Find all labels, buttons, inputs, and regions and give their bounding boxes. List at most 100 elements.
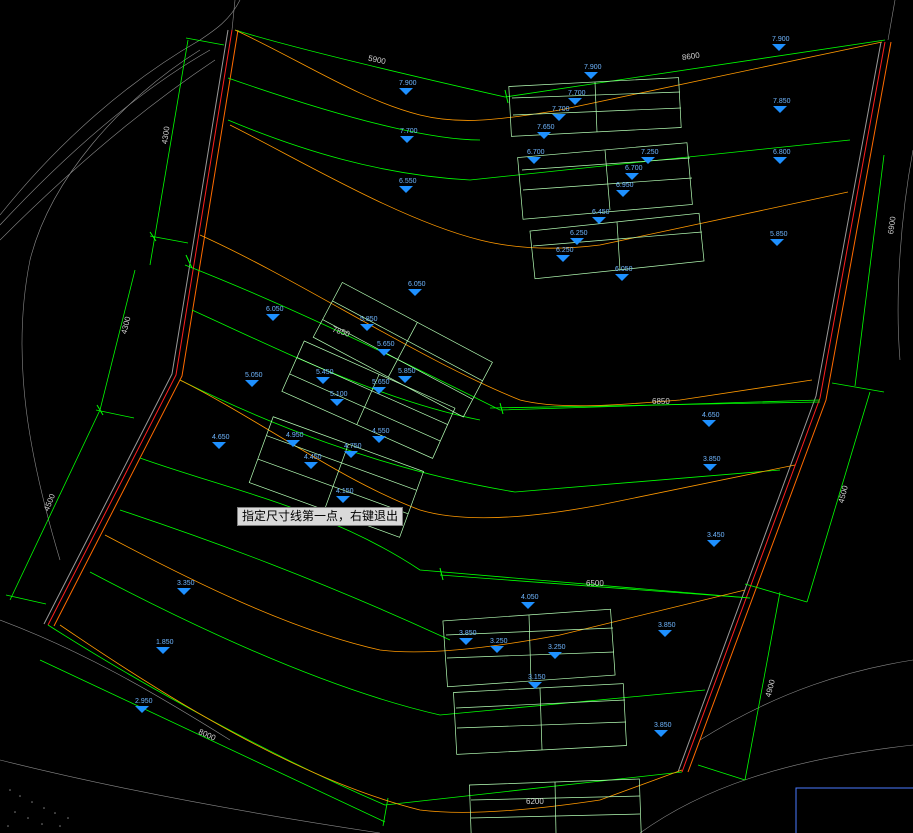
elevation-label: 7.700 — [568, 90, 586, 97]
elevation-triangle-icon — [372, 436, 386, 443]
elevation-label: 4.450 — [304, 454, 322, 461]
elevation-label: 3.850 — [703, 456, 721, 463]
elevation-label: 6.050 — [408, 281, 426, 288]
elevation-triangle-icon — [570, 238, 584, 245]
elevation-triangle-icon — [707, 540, 721, 547]
elevation-triangle-icon — [336, 496, 350, 503]
elevation-triangle-icon — [556, 255, 570, 262]
elevation-triangle-icon — [360, 324, 374, 331]
cad-canvas[interactable]: 7.900 7.900 7.900 7.700 7.850 7.700 7.650 7.700… — [0, 0, 913, 833]
elevation-triangle-icon — [703, 464, 717, 471]
elevation-label: 7.700 — [400, 128, 418, 135]
elevation-label: 7.900 — [772, 36, 790, 43]
elevation-label: 7.900 — [399, 80, 417, 87]
dimension-texts: 5900 8600 6900 4300 4300 4500 7850 6850 … — [42, 51, 898, 806]
elevation-triangle-icon — [400, 136, 414, 143]
elevation-triangle-icon — [459, 638, 473, 645]
elevation-triangle-icon — [245, 380, 259, 387]
dim-row-c: 6500 — [586, 579, 604, 588]
viewport-frame — [795, 787, 913, 833]
elevation-triangle-icon — [316, 377, 330, 384]
dim-left-bot: 4500 — [42, 492, 57, 512]
elevation-triangle-icon — [702, 420, 716, 427]
elevation-label: 6.250 — [570, 230, 588, 237]
elevation-triangle-icon — [135, 706, 149, 713]
dim-right-bot: 4500 — [837, 484, 850, 504]
elevation-label: 3.250 — [548, 644, 566, 651]
contour-lines — [59, 29, 883, 813]
terrain-dots — [7, 789, 69, 827]
elevation-label: 5.850 — [360, 316, 378, 323]
elevation-label: 6.550 — [399, 178, 417, 185]
elevation-label: 7.900 — [584, 64, 602, 71]
elevation-label: 7.700 — [552, 106, 570, 113]
elevation-label: 6.950 — [616, 182, 634, 189]
elevation-triangle-icon — [548, 652, 562, 659]
elevation-label: 4.550 — [372, 428, 390, 435]
elevation-label: 4.750 — [344, 443, 362, 450]
elevation-triangle-icon — [330, 399, 344, 406]
elevation-triangle-icon — [537, 132, 551, 139]
elevation-label: 6.700 — [625, 165, 643, 172]
elevation-label: 4.950 — [286, 432, 304, 439]
elevation-label: 3.150 — [528, 674, 546, 681]
dim-bottom-a: 8000 — [197, 727, 217, 743]
elevation-triangle-icon — [399, 186, 413, 193]
dim-right-low: 4900 — [764, 678, 777, 698]
elevation-label: 5.850 — [770, 231, 788, 238]
elevation-triangle-icon — [521, 602, 535, 609]
elevation-label: 1.850 — [156, 639, 174, 646]
dim-top-a: 5900 — [367, 54, 387, 67]
elevation-triangle-icon — [615, 274, 629, 281]
dim-left-top: 4300 — [160, 125, 171, 144]
command-prompt-tooltip: 指定尺寸线第一点，右键退出 — [237, 507, 404, 526]
elevation-triangle-icon — [773, 106, 787, 113]
elevation-label: 2.950 — [135, 698, 153, 705]
elevation-label: 6.450 — [592, 209, 610, 216]
elevation-triangle-icon — [408, 289, 422, 296]
dim-bottom-b: 6200 — [526, 797, 544, 806]
elevation-triangle-icon — [177, 588, 191, 595]
elevation-label: 6.250 — [556, 247, 574, 254]
elevation-label: 7.250 — [641, 149, 659, 156]
elevation-triangle-icon — [212, 442, 226, 449]
elevation-triangle-icon — [156, 647, 170, 654]
elevation-triangle-icon — [490, 646, 504, 653]
elevation-triangle-icon — [654, 730, 668, 737]
elevation-triangle-icon — [770, 239, 784, 246]
elevation-label: 5.650 — [377, 341, 395, 348]
elevation-triangle-icon — [772, 44, 786, 51]
dim-right-top: 6900 — [886, 215, 897, 234]
elevation-triangle-icon — [625, 173, 639, 180]
elevation-label: 5.450 — [316, 369, 334, 376]
elevation-label: 3.850 — [658, 622, 676, 629]
dim-left-mid: 4300 — [119, 315, 132, 335]
elevation-label: 5.100 — [330, 391, 348, 398]
dim-mid-a: 7850 — [331, 325, 351, 339]
elevation-label: 7.650 — [537, 124, 555, 131]
elevation-triangle-icon — [344, 451, 358, 458]
elevation-label: 4.150 — [336, 488, 354, 495]
elevation-triangle-icon — [304, 462, 318, 469]
elevation-label: 3.850 — [459, 630, 477, 637]
elevation-label: 6.050 — [266, 306, 284, 313]
elevation-triangle-icon — [773, 157, 787, 164]
elevation-label: 4.650 — [212, 434, 230, 441]
elevation-triangle-icon — [658, 630, 672, 637]
elevation-label: 7.850 — [773, 98, 791, 105]
elevation-triangle-icon — [616, 190, 630, 197]
elevation-label: 6.800 — [773, 149, 791, 156]
elevation-label: 6.050 — [615, 266, 633, 273]
elevation-label: 3.350 — [177, 580, 195, 587]
elevation-label: 4.650 — [702, 412, 720, 419]
elevation-label: 6.700 — [527, 149, 545, 156]
elevation-markers: 7.900 7.900 7.900 7.700 7.850 7.700 7.650 7.700… — [135, 36, 791, 737]
elevation-triangle-icon — [399, 88, 413, 95]
elevation-triangle-icon — [568, 98, 582, 105]
elevation-label: 5.850 — [398, 368, 416, 375]
elevation-label: 4.050 — [521, 594, 539, 601]
elevation-label: 3.850 — [654, 722, 672, 729]
elevation-label: 3.250 — [490, 638, 508, 645]
elevation-label: 5.050 — [245, 372, 263, 379]
elevation-label: 5.650 — [372, 379, 390, 386]
